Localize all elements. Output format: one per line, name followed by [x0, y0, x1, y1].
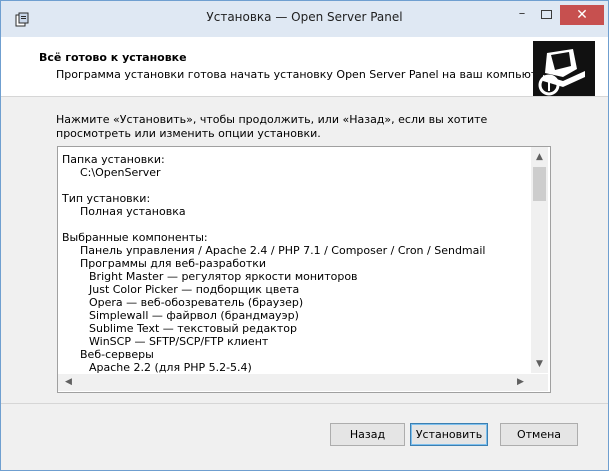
back-button[interactable]: Назад: [330, 423, 405, 446]
component-item: Программы для веб-разработки: [80, 257, 267, 270]
vertical-scroll-thumb[interactable]: [533, 167, 546, 201]
close-button[interactable]: ✕: [560, 5, 604, 25]
vertical-scrollbar[interactable]: ▲ ▼: [531, 147, 548, 373]
setup-type-label: Тип установки:: [62, 192, 151, 205]
title-bar[interactable]: Установка — Open Server Panel – ✕: [1, 1, 608, 37]
scrollbar-corner: [531, 374, 548, 391]
minimize-button[interactable]: –: [511, 5, 533, 25]
cancel-button[interactable]: Отмена: [500, 423, 578, 446]
maximize-icon: [540, 10, 552, 19]
installer-window: Установка — Open Server Panel – ✕ Всё го…: [0, 0, 609, 471]
scroll-right-icon[interactable]: ▶: [512, 374, 529, 391]
wizard-header: Всё готово к установке Программа установ…: [1, 37, 608, 97]
page-title: Всё готово к установке: [39, 51, 187, 64]
setup-type-value: Полная установка: [80, 205, 186, 218]
component-item: Just Color Picker — подборщик цвета: [89, 283, 300, 296]
component-item: Bright Master — регулятор яркости монито…: [89, 270, 358, 283]
component-item: Веб-серверы: [80, 348, 154, 361]
component-item: WinSCP — SFTP/SCP/FTP клиент: [89, 335, 269, 348]
install-folder-label: Папка установки:: [62, 153, 165, 166]
component-item: Панель управления / Apache 2.4 / PHP 7.1…: [80, 244, 486, 257]
memo-gap: [62, 179, 522, 192]
components-label: Выбранные компоненты:: [62, 231, 208, 244]
memo-content: Папка установки: C:\OpenServer Тип устан…: [62, 153, 522, 374]
component-item: Opera — веб-обозреватель (браузер): [89, 296, 304, 309]
bottom-separator: [1, 403, 608, 404]
scroll-down-icon[interactable]: ▼: [531, 356, 548, 373]
maximize-button[interactable]: [535, 5, 557, 25]
install-folder-value: C:\OpenServer: [80, 166, 161, 179]
intro-text: Нажмите «Установить», чтобы продолжить, …: [56, 113, 488, 140]
component-item: Apache 2.2 (для PHP 5.2-5.4): [89, 361, 252, 374]
horizontal-scrollbar[interactable]: ◀ ▶: [58, 374, 531, 391]
memo-gap: [62, 218, 522, 231]
component-item: Simplewall — файрвол (брандмауэр): [89, 309, 299, 322]
installer-logo-icon: [533, 41, 595, 96]
scroll-left-icon[interactable]: ◀: [60, 374, 77, 391]
scroll-up-icon[interactable]: ▲: [531, 149, 548, 166]
install-button[interactable]: Установить: [410, 423, 488, 446]
page-subtitle: Программа установки готова начать устано…: [56, 68, 555, 81]
ready-memo[interactable]: Папка установки: C:\OpenServer Тип устан…: [57, 146, 551, 393]
component-item: Sublime Text — текстовый редактор: [89, 322, 297, 335]
